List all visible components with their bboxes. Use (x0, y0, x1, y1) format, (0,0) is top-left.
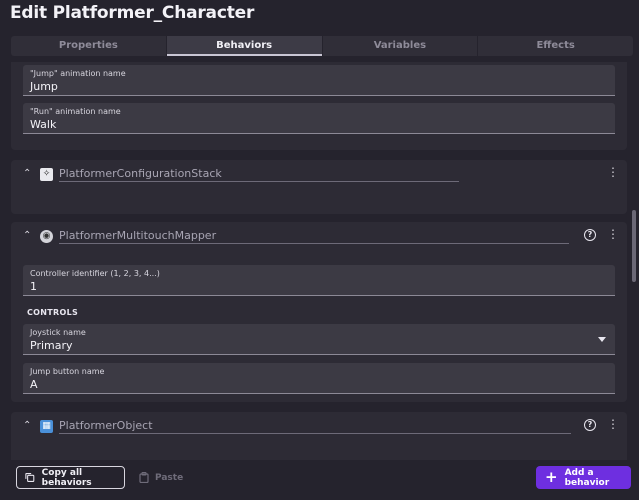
field-value: 1 (30, 280, 37, 293)
field-label: "Run" animation name (30, 107, 121, 116)
controller-identifier-field[interactable]: Controller identifier (1, 2, 3, 4...) 1 (23, 265, 615, 296)
behaviors-list[interactable]: "Jump" animation name Jump "Run" animati… (0, 62, 639, 460)
behavior-card-multitouch-mapper: ⌃ ◉ PlatformerMultitouchMapper ? ⋮ Contr… (11, 222, 627, 402)
chevron-down-icon (598, 337, 606, 342)
behavior-header: ⌃ ✧ PlatformerConfigurationStack ⋮ (11, 160, 627, 188)
paste-button[interactable]: Paste (133, 466, 193, 489)
behavior-card-configuration-stack: ⌃ ✧ PlatformerConfigurationStack ⋮ (11, 160, 627, 214)
copy-icon (25, 473, 35, 482)
platformer-object-icon: ▦ (40, 420, 53, 433)
behavior-header: ⌃ ◉ PlatformerMultitouchMapper ? ⋮ (11, 222, 627, 250)
running-figure-icon: ✧ (40, 168, 53, 181)
more-options-icon[interactable]: ⋮ (607, 166, 619, 179)
behavior-name-input[interactable]: PlatformerMultitouchMapper (59, 229, 569, 244)
chevron-up-icon[interactable]: ⌃ (23, 230, 31, 241)
field-label: "Jump" animation name (30, 69, 126, 78)
jump-animation-field[interactable]: "Jump" animation name Jump (23, 65, 615, 96)
plus-icon: + (545, 468, 558, 486)
joystick-name-select[interactable]: Joystick name Primary (23, 324, 615, 355)
section-title-controls: CONTROLS (27, 308, 79, 317)
clipboard-icon (139, 472, 149, 483)
tab-properties[interactable]: Properties (11, 36, 167, 56)
behavior-name-input[interactable]: PlatformerConfigurationStack (59, 167, 459, 182)
more-options-icon[interactable]: ⋮ (607, 418, 619, 431)
field-value: Primary (30, 339, 73, 352)
tab-behaviors[interactable]: Behaviors (166, 36, 323, 56)
chevron-up-icon[interactable]: ⌃ (23, 420, 31, 431)
field-value: Walk (30, 118, 57, 131)
copy-all-behaviors-button[interactable]: Copy all behaviors (16, 466, 125, 489)
field-label: Jump button name (30, 367, 105, 376)
run-animation-field[interactable]: "Run" animation name Walk (23, 103, 615, 134)
field-label: Controller identifier (1, 2, 3, 4...) (30, 269, 160, 278)
page-title: Edit Platformer_Character (10, 3, 255, 23)
tab-effects[interactable]: Effects (478, 36, 633, 56)
add-behavior-button[interactable]: + Add a behavior (536, 466, 631, 489)
add-label: Add a behavior (564, 467, 610, 488)
controller-icon: ◉ (40, 230, 53, 243)
more-options-icon[interactable]: ⋮ (607, 228, 619, 241)
tab-variables[interactable]: Variables (323, 36, 479, 56)
behavior-header: ⌃ ▦ PlatformerObject ? ⋮ (11, 412, 627, 440)
footer-toolbar: Copy all behaviors Paste + Add a behavio… (0, 460, 639, 500)
behavior-card-platformer-object: ⌃ ▦ PlatformerObject ? ⋮ (11, 412, 627, 460)
behavior-name-input[interactable]: PlatformerObject (59, 419, 571, 434)
scrollbar-thumb[interactable] (632, 210, 636, 282)
help-icon[interactable]: ? (584, 229, 596, 241)
chevron-up-icon[interactable]: ⌃ (23, 168, 31, 179)
copy-label: Copy all behaviors (41, 467, 92, 488)
field-label: Joystick name (30, 328, 86, 337)
help-icon[interactable]: ? (584, 419, 596, 431)
paste-label: Paste (155, 472, 184, 483)
tab-bar: Properties Behaviors Variables Effects (11, 36, 633, 56)
behavior-card-animations: "Jump" animation name Jump "Run" animati… (11, 62, 627, 150)
jump-button-name-field[interactable]: Jump button name A (23, 363, 615, 394)
field-value: A (30, 378, 38, 391)
field-value: Jump (30, 80, 58, 93)
